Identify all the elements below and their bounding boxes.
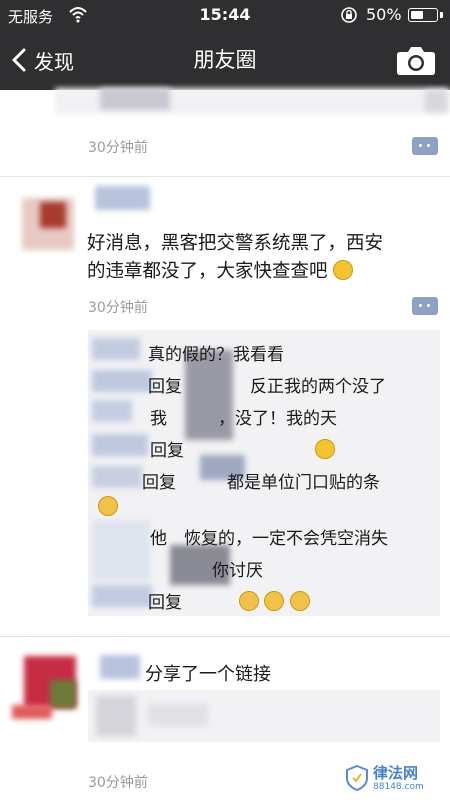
avatar-detail <box>12 705 52 719</box>
battery-level <box>411 11 423 19</box>
commenter-name[interactable] <box>92 400 132 422</box>
comment-button[interactable] <box>412 137 438 155</box>
avatar-detail <box>50 680 76 708</box>
cry-emoji-icon <box>264 591 285 611</box>
share-text: 分享了一个链接 <box>145 664 271 685</box>
cry-emoji-icon <box>289 591 310 611</box>
post-time: 30分钟前 <box>88 775 148 791</box>
commenter-name[interactable] <box>92 338 140 360</box>
comment-text: 回复 反正我的两个没了 <box>148 377 386 397</box>
shared-link-card[interactable] <box>88 690 440 742</box>
post-text-line: 的违章都没了，大家快查查吧 <box>87 258 354 286</box>
post-time: 30分钟前 <box>88 140 148 156</box>
commenter-name[interactable] <box>92 370 152 392</box>
link-thumbnail <box>96 696 136 736</box>
nav-bar: 发现 朋友圈 <box>0 30 450 90</box>
commenter-name[interactable] <box>92 434 148 456</box>
post-text-content: 的违章都没了，大家快查查吧 <box>87 261 328 282</box>
post-divider <box>0 176 450 177</box>
previous-post-image <box>100 88 170 110</box>
camera-icon <box>397 47 435 75</box>
commenter-name[interactable] <box>92 585 152 607</box>
link-title <box>148 704 208 726</box>
comment-text: 我 ，没了！我的天 <box>150 409 337 429</box>
post-text-line: 好消息，黑客把交警系统黑了，西安 <box>87 233 384 254</box>
commenter-name[interactable] <box>92 466 142 488</box>
watermark: 律法网 88148.com <box>345 760 445 796</box>
shield-icon <box>346 764 368 792</box>
sweat-emoji-icon <box>314 439 335 459</box>
cry-emoji-icon <box>238 591 259 611</box>
comment-text: 真的假的？我看看 <box>148 345 284 365</box>
battery-tip <box>440 12 443 18</box>
username[interactable] <box>95 186 150 210</box>
battery-icon <box>408 8 438 22</box>
watermark-url: 88148.com <box>373 781 424 792</box>
status-bar: 无服务 15:44 50% <box>0 0 450 30</box>
previous-post-image <box>425 90 447 112</box>
comment-text: 回复 <box>148 593 182 613</box>
rotation-lock-icon <box>340 6 358 28</box>
watermark-text: 律法网 <box>373 763 419 782</box>
comment-text: 回复 都是单位门口贴的条 <box>142 473 380 493</box>
battery-percent: 50% <box>366 5 402 24</box>
page-title: 朋友圈 <box>193 48 257 72</box>
comment-text: 你讨厌 <box>144 561 263 581</box>
camera-button[interactable] <box>394 42 438 78</box>
grin-emoji-icon <box>333 260 354 280</box>
post-divider <box>0 636 450 637</box>
username[interactable] <box>100 655 140 679</box>
comment-text-row: 回复 <box>150 436 335 461</box>
comment-emoji-row <box>98 496 118 517</box>
comment-text: 回复 <box>150 441 184 461</box>
comment-text-row: 回复 <box>148 588 310 613</box>
comment-button[interactable] <box>412 297 438 315</box>
cry-emoji-icon <box>98 496 118 516</box>
post-time: 30分钟前 <box>88 300 148 316</box>
commenter-name[interactable] <box>92 520 150 580</box>
comment-text: 他 恢复的，一定不会凭空消失 <box>150 529 388 549</box>
avatar-detail <box>40 202 66 228</box>
